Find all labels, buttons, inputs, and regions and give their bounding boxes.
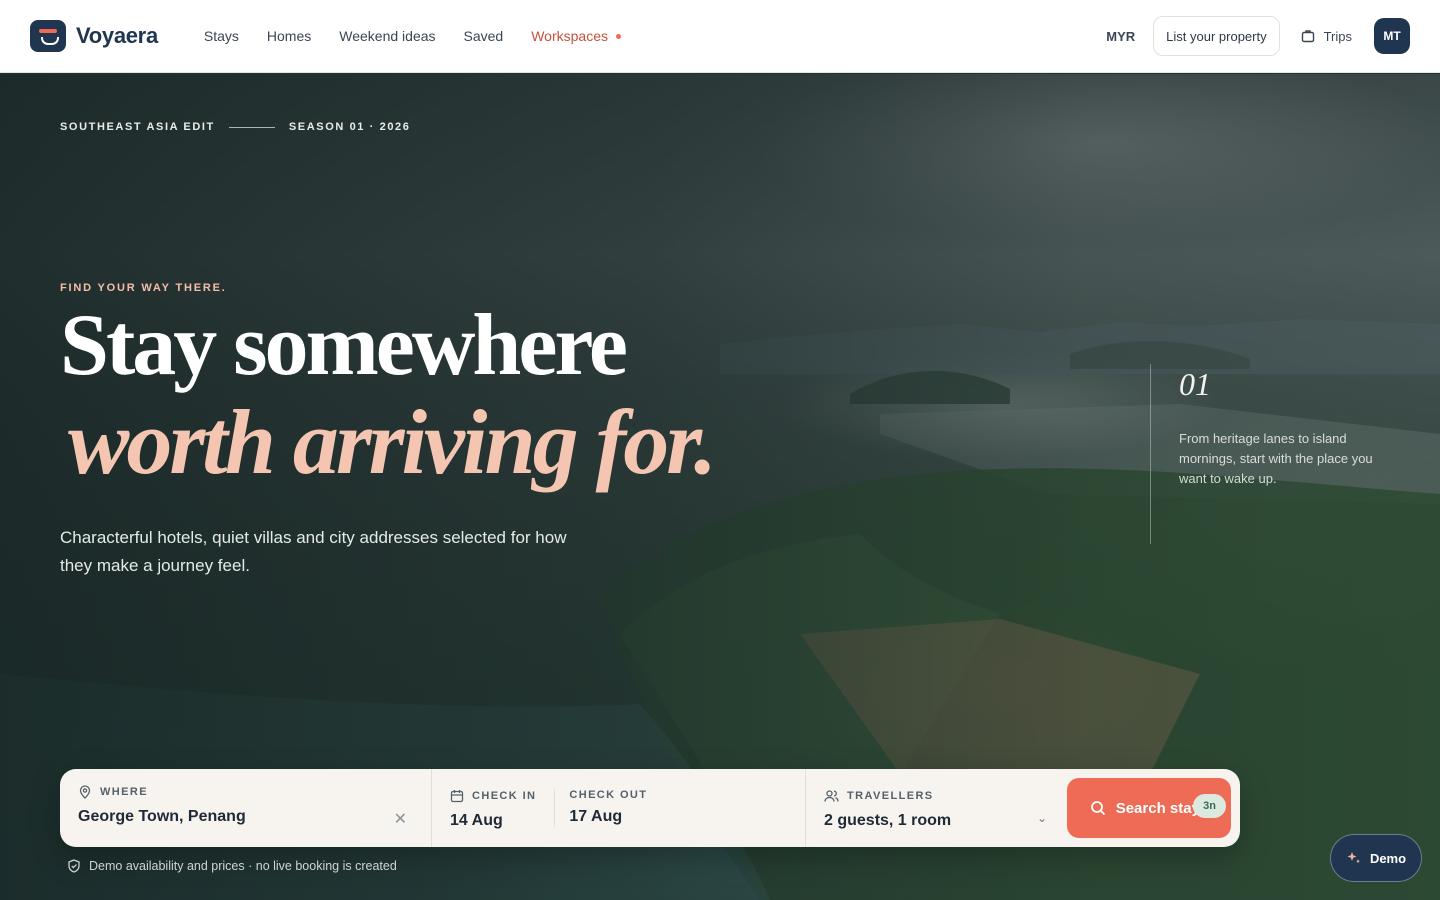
hero-title-line-2: worth arriving for.: [68, 391, 717, 493]
nav-item-stays[interactable]: Stays: [204, 28, 239, 44]
nights-badge: 3n: [1193, 794, 1226, 818]
hero-title: Stay somewhere worth arriving for.: [60, 297, 717, 493]
disclaimer-text: Demo availability and prices · no live b…: [89, 859, 397, 873]
hero-section: SOUTHEAST ASIA EDIT SEASON 01 · 2026 FIN…: [0, 74, 1440, 900]
check-out-field[interactable]: CHECK OUT 17 Aug: [554, 789, 661, 827]
nav-item-saved[interactable]: Saved: [464, 28, 504, 44]
calendar-icon: [450, 790, 464, 803]
check-in-value: 14 Aug: [450, 812, 503, 829]
travellers-value: 2 guests, 1 room: [824, 812, 952, 829]
suitcase-icon: [1301, 30, 1314, 43]
where-label: WHERE: [100, 786, 148, 798]
user-avatar[interactable]: MT: [1374, 18, 1410, 54]
edition-region: SOUTHEAST ASIA EDIT: [60, 121, 215, 133]
nav-item-workspaces-label: Workspaces: [531, 28, 608, 44]
edition-season: SEASON 01 · 2026: [288, 121, 411, 133]
demo-button[interactable]: Demo: [1330, 834, 1422, 882]
search-bar: WHERE George Town, Penang ✕ CHECK IN 14 …: [60, 769, 1240, 847]
check-out-label: CHECK OUT: [569, 789, 648, 801]
demo-label: Demo: [1369, 850, 1407, 866]
demo-disclaimer: Demo availability and prices · no live b…: [67, 859, 397, 873]
check-out-value: 17 Aug: [569, 808, 623, 825]
new-indicator-dot: [616, 33, 621, 39]
where-value[interactable]: George Town, Penang: [78, 808, 413, 826]
hero-title-line-1: Stay somewhere: [60, 297, 628, 394]
sparkles-icon: [1347, 852, 1360, 864]
top-navbar: Voyaera Stays Homes Weekend ideas Saved …: [0, 0, 1440, 73]
shield-check-icon: [68, 859, 80, 873]
travellers-label-row: TRAVELLERS: [824, 789, 1043, 803]
travellers-label: TRAVELLERS: [847, 790, 934, 802]
header-actions: MYR List your property Trips MT: [1106, 16, 1410, 56]
check-in-field[interactable]: CHECK IN 14 Aug: [432, 769, 554, 847]
nav-item-weekend-ideas[interactable]: Weekend ideas: [339, 28, 435, 44]
nav-item-homes[interactable]: Homes: [267, 28, 311, 44]
search-icon: [1090, 801, 1105, 816]
trips-label: Trips: [1323, 28, 1352, 44]
hero-eyebrow: FIND YOUR WAY THERE.: [60, 282, 227, 294]
where-field[interactable]: WHERE George Town, Penang ✕: [60, 769, 432, 847]
chevron-down-icon[interactable]: ⌄: [1037, 811, 1047, 825]
side-note-number: 01: [1179, 366, 1211, 402]
side-note-text: From heritage lanes to island mornings, …: [1179, 431, 1373, 486]
logo-icon: [30, 20, 66, 52]
nav-item-workspaces[interactable]: Workspaces: [531, 28, 621, 44]
check-in-label: CHECK IN: [472, 790, 537, 802]
travellers-field[interactable]: TRAVELLERS 2 guests, 1 room ⌄: [806, 769, 1061, 847]
edition-divider: [228, 126, 275, 128]
location-pin-icon: [79, 785, 91, 799]
brand-name: Voyaera: [76, 23, 158, 48]
check-in-label-row: CHECK IN: [450, 789, 536, 803]
people-icon: [824, 790, 839, 802]
list-property-button[interactable]: List your property: [1153, 16, 1280, 56]
hero-subtitle: Characterful hotels, quiet villas and ci…: [60, 528, 567, 575]
trips-button[interactable]: Trips: [1300, 28, 1352, 44]
clear-destination-icon[interactable]: ✕: [394, 809, 407, 829]
edition-tag: SOUTHEAST ASIA EDIT SEASON 01 · 2026: [60, 121, 410, 133]
currency-selector[interactable]: MYR: [1106, 29, 1135, 44]
where-label-row: WHERE: [78, 785, 413, 799]
hero-side-note: 01 From heritage lanes to island morning…: [1150, 364, 1379, 544]
main-nav: Stays Homes Weekend ideas Saved Workspac…: [204, 28, 621, 44]
dates-field: CHECK IN 14 Aug CHECK OUT 17 Aug 3n: [432, 769, 1226, 847]
brand-logo[interactable]: Voyaera: [30, 20, 158, 52]
